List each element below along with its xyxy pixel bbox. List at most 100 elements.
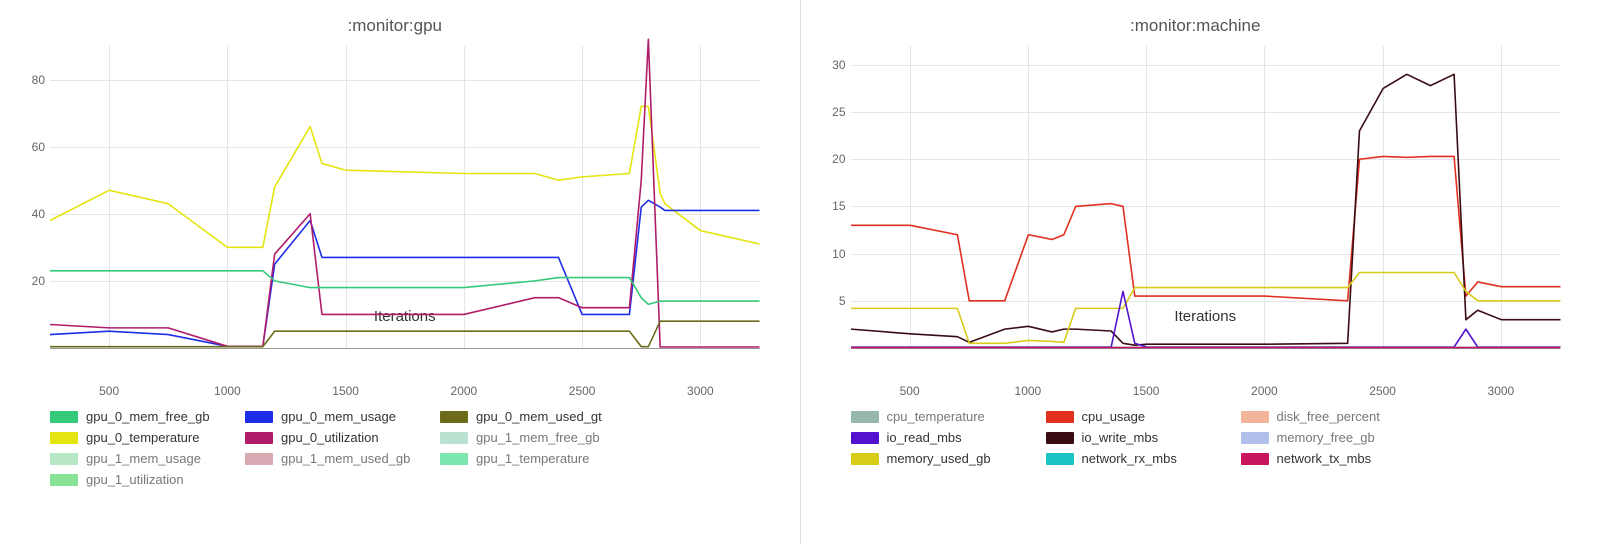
- legend-label: gpu_1_mem_used_gb: [281, 451, 410, 466]
- legend-label: gpu_0_mem_usage: [281, 409, 396, 424]
- grid-line-h: [851, 112, 1561, 113]
- legend-item-io_write_mbs[interactable]: io_write_mbs: [1046, 427, 1241, 448]
- series-gpu_0_utilization: [50, 39, 760, 347]
- grid-line-h: [851, 301, 1561, 302]
- x-axis-line: [851, 348, 1561, 349]
- legend-machine: cpu_temperature cpu_usage disk_free_percen…: [851, 406, 1561, 469]
- y-tick-label: 5: [816, 294, 846, 308]
- legend-gpu: gpu_0_mem_free_gb gpu_0_mem_usage gpu_0_me…: [50, 406, 760, 490]
- legend-label: memory_free_gb: [1277, 430, 1375, 445]
- legend-item-gpu_1_utilization[interactable]: gpu_1_utilization: [50, 469, 245, 490]
- y-tick-label: 20: [816, 152, 846, 166]
- x-tick-label: 1500: [1133, 384, 1160, 398]
- legend-label: io_read_mbs: [887, 430, 962, 445]
- legend-item-gpu_0_mem_used_gt[interactable]: gpu_0_mem_used_gt: [440, 406, 635, 427]
- grid-line-v: [1501, 46, 1502, 348]
- x-tick-label: 3000: [1488, 384, 1515, 398]
- grid-line-v: [109, 46, 110, 348]
- legend-item-gpu_1_mem_free_gb[interactable]: gpu_1_mem_free_gb: [440, 427, 635, 448]
- legend-swatch: [1241, 453, 1269, 465]
- legend-label: memory_used_gb: [887, 451, 991, 466]
- panel-machine: :monitor:machine Iterations 510152025305…: [801, 0, 1600, 544]
- x-tick-label: 2000: [1251, 384, 1278, 398]
- plot-area-machine[interactable]: Iterations 51015202530500100015002000250…: [851, 46, 1561, 376]
- legend-swatch: [50, 453, 78, 465]
- legend-item-gpu_0_utilization[interactable]: gpu_0_utilization: [245, 427, 440, 448]
- legend-swatch: [245, 411, 273, 423]
- x-tick-label: 500: [900, 384, 920, 398]
- grid-line-h: [50, 281, 760, 282]
- dashboard: :monitor:gpu Iterations 2040608050010001…: [0, 0, 1600, 544]
- plot-area-gpu[interactable]: Iterations 20406080500100015002000250030…: [50, 46, 760, 376]
- x-tick-label: 1000: [1015, 384, 1042, 398]
- legend-item-cpu_usage[interactable]: cpu_usage: [1046, 406, 1241, 427]
- legend-swatch: [1241, 432, 1269, 444]
- y-tick-label: 20: [15, 274, 45, 288]
- legend-label: gpu_0_mem_used_gt: [476, 409, 602, 424]
- legend-item-io_read_mbs[interactable]: io_read_mbs: [851, 427, 1046, 448]
- legend-label: disk_free_percent: [1277, 409, 1380, 424]
- legend-swatch: [440, 453, 468, 465]
- legend-item-gpu_0_mem_usage[interactable]: gpu_0_mem_usage: [245, 406, 440, 427]
- legend-label: gpu_0_utilization: [281, 430, 379, 445]
- y-tick-label: 10: [816, 247, 846, 261]
- x-axis-line: [50, 348, 760, 349]
- legend-item-gpu_0_mem_free_gb[interactable]: gpu_0_mem_free_gb: [50, 406, 245, 427]
- legend-item-disk_free_percent[interactable]: disk_free_percent: [1241, 406, 1436, 427]
- legend-swatch: [440, 432, 468, 444]
- legend-swatch: [1046, 453, 1074, 465]
- grid-line-h: [851, 65, 1561, 66]
- grid-line-v: [1264, 46, 1265, 348]
- grid-line-h: [50, 214, 760, 215]
- y-tick-label: 15: [816, 199, 846, 213]
- chart-title-gpu: :monitor:gpu: [10, 10, 780, 46]
- legend-item-memory_free_gb[interactable]: memory_free_gb: [1241, 427, 1436, 448]
- x-tick-label: 2500: [569, 384, 596, 398]
- legend-label: gpu_0_temperature: [86, 430, 199, 445]
- x-axis-label-machine: Iterations: [1174, 308, 1236, 325]
- legend-swatch: [1046, 411, 1074, 423]
- grid-line-v: [464, 46, 465, 348]
- legend-label: gpu_0_mem_free_gb: [86, 409, 210, 424]
- legend-swatch: [1241, 411, 1269, 423]
- legend-label: cpu_usage: [1082, 409, 1146, 424]
- legend-item-gpu_0_temperature[interactable]: gpu_0_temperature: [50, 427, 245, 448]
- legend-label: network_rx_mbs: [1082, 451, 1177, 466]
- legend-item-memory_used_gb[interactable]: memory_used_gb: [851, 448, 1046, 469]
- legend-swatch: [1046, 432, 1074, 444]
- legend-swatch: [851, 411, 879, 423]
- grid-line-v: [582, 46, 583, 348]
- grid-line-v: [1146, 46, 1147, 348]
- x-tick-label: 2500: [1369, 384, 1396, 398]
- legend-item-gpu_1_mem_usage[interactable]: gpu_1_mem_usage: [50, 448, 245, 469]
- y-tick-label: 60: [15, 140, 45, 154]
- legend-swatch: [245, 453, 273, 465]
- legend-swatch: [50, 432, 78, 444]
- legend-item-gpu_1_mem_used_gb[interactable]: gpu_1_mem_used_gb: [245, 448, 440, 469]
- grid-line-v: [910, 46, 911, 348]
- legend-swatch: [440, 411, 468, 423]
- grid-line-v: [1383, 46, 1384, 348]
- grid-line-v: [700, 46, 701, 348]
- y-tick-label: 25: [816, 105, 846, 119]
- legend-label: gpu_1_temperature: [476, 451, 589, 466]
- grid-line-h: [50, 80, 760, 81]
- legend-swatch: [245, 432, 273, 444]
- legend-item-gpu_1_temperature[interactable]: gpu_1_temperature: [440, 448, 635, 469]
- legend-item-network_rx_mbs[interactable]: network_rx_mbs: [1046, 448, 1241, 469]
- chart-title-machine: :monitor:machine: [811, 10, 1581, 46]
- x-tick-label: 1000: [214, 384, 241, 398]
- grid-line-h: [851, 159, 1561, 160]
- x-tick-label: 3000: [687, 384, 714, 398]
- legend-label: io_write_mbs: [1082, 430, 1159, 445]
- legend-swatch: [851, 453, 879, 465]
- series-gpu_0_temperature: [50, 106, 760, 247]
- grid-line-v: [346, 46, 347, 348]
- legend-item-cpu_temperature[interactable]: cpu_temperature: [851, 406, 1046, 427]
- x-tick-label: 1500: [332, 384, 359, 398]
- legend-label: cpu_temperature: [887, 409, 985, 424]
- legend-label: gpu_1_utilization: [86, 472, 184, 487]
- grid-line-h: [50, 147, 760, 148]
- legend-item-network_tx_mbs[interactable]: network_tx_mbs: [1241, 448, 1436, 469]
- legend-swatch: [851, 432, 879, 444]
